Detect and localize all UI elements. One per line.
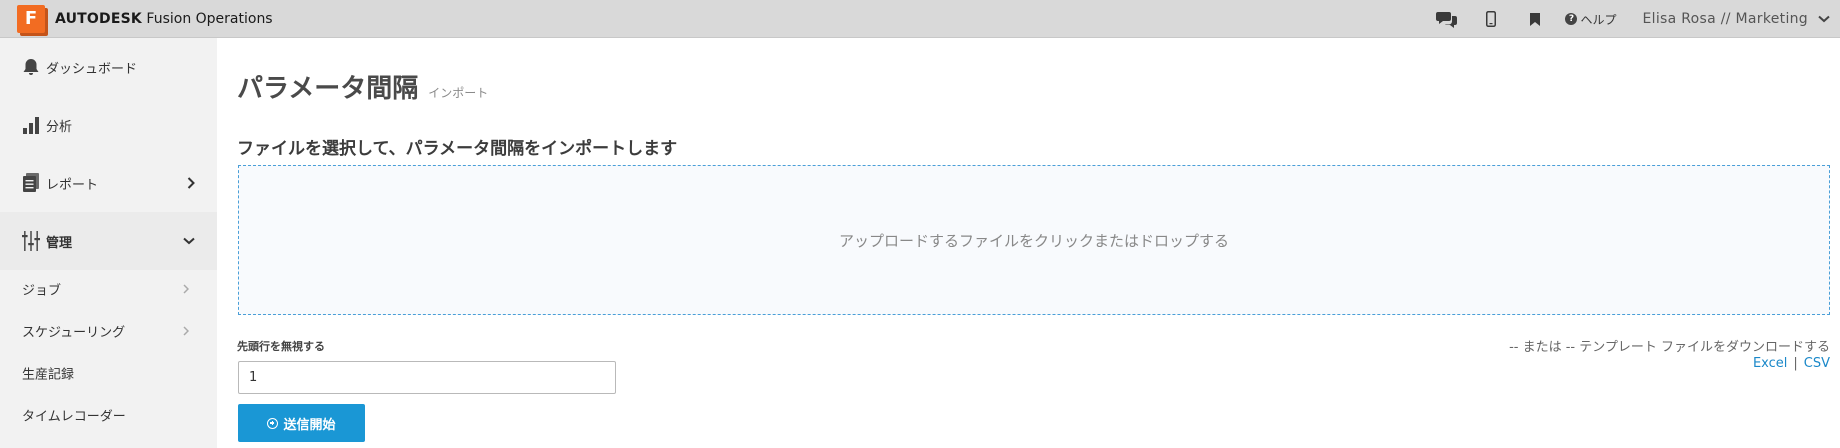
sidebar-subitem-label: ジョブ <box>22 283 62 299</box>
dropzone-text: アップロードするファイルをクリックまたはドロップする <box>838 231 1229 250</box>
page-header: パラメータ間隔 インポート <box>237 68 488 105</box>
chat-icon <box>1436 12 1458 28</box>
sidebar-item-label: 管理 <box>46 235 73 251</box>
plus-circle-icon <box>267 417 279 429</box>
help-button[interactable]: ? ヘルプ <box>1565 11 1617 28</box>
sidebar-subitem-label: スケジューリング <box>22 325 126 341</box>
user-menu[interactable]: Elisa Rosa // Marketing <box>1643 11 1831 27</box>
sidebar-item-reports[interactable]: レポート <box>0 154 217 212</box>
template-download-text: -- または -- テンプレート ファイルをダウンロードする <box>1509 340 1830 355</box>
chevron-down-icon <box>1818 15 1830 23</box>
document-stack-icon <box>23 173 39 192</box>
page-title: パラメータ間隔 <box>237 74 419 104</box>
submit-label: 送信開始 <box>283 417 336 433</box>
chevron-right-icon <box>183 284 189 294</box>
file-dropzone[interactable]: アップロードするファイルをクリックまたはドロップする <box>238 165 1830 315</box>
csv-link[interactable]: CSV <box>1804 356 1830 371</box>
sidebar-item-admin[interactable]: 管理 <box>0 212 217 270</box>
submit-button[interactable]: 送信開始 <box>238 404 365 442</box>
chevron-down-icon <box>183 237 195 245</box>
template-links: Excel | CSV <box>1753 356 1830 371</box>
help-label: ヘルプ <box>1580 12 1617 27</box>
skip-rows-label: 先頭行を無視する <box>237 340 325 353</box>
sidebar-item-label: レポート <box>46 177 99 193</box>
chevron-right-icon <box>187 177 195 189</box>
fusion-logo-icon: F <box>17 5 45 33</box>
section-label: ファイルを選択して、パラメータ間隔をインポートします <box>237 139 678 159</box>
sidebar-subitem-production-records[interactable]: 生産記録 <box>0 352 217 394</box>
sidebar: ダッシュボード 分析 レポート 管理 ジョブ スケジューリング 生産記録 タイム… <box>0 38 217 448</box>
brand-bold: AUTODESK <box>55 11 142 27</box>
main-content: パラメータ間隔 インポート ファイルを選択して、パラメータ間隔をインポートします… <box>217 38 1840 448</box>
sidebar-item-analysis[interactable]: 分析 <box>0 96 217 154</box>
sidebar-subitem-label: 生産記録 <box>22 367 75 383</box>
mobile-button[interactable] <box>1469 0 1513 38</box>
user-label: Elisa Rosa // Marketing <box>1642 11 1808 27</box>
excel-link[interactable]: Excel <box>1753 356 1787 371</box>
link-separator: | <box>1793 356 1798 371</box>
help-icon: ? <box>1565 13 1578 25</box>
bookmark-button[interactable] <box>1513 0 1557 38</box>
sidebar-item-label: ダッシュボード <box>46 61 138 77</box>
sidebar-subitem-scheduling[interactable]: スケジューリング <box>0 310 217 352</box>
sidebar-subitem-label: タイムレコーダー <box>22 409 126 425</box>
chevron-right-icon <box>183 326 189 336</box>
bar-chart-icon <box>23 117 39 134</box>
sidebar-item-label: 分析 <box>46 119 73 135</box>
brand-title: AUTODESK Fusion Operations <box>55 11 273 27</box>
sidebar-item-dashboard[interactable]: ダッシュボード <box>0 38 217 96</box>
top-bar: F AUTODESK Fusion Operations ? ヘルプ Elisa… <box>0 0 1840 38</box>
chat-button[interactable] <box>1425 0 1469 38</box>
bookmark-icon <box>1530 12 1541 26</box>
header-actions: ? ヘルプ Elisa Rosa // Marketing <box>1425 0 1840 38</box>
bell-icon <box>23 59 39 75</box>
mobile-icon <box>1486 11 1497 27</box>
sliders-icon <box>22 231 40 251</box>
brand-product: Fusion Operations <box>146 11 273 27</box>
page-subtitle: インポート <box>428 86 489 100</box>
brand[interactable]: F AUTODESK Fusion Operations <box>17 5 273 33</box>
skip-rows-input[interactable] <box>238 361 616 394</box>
sidebar-subitem-time-recorder[interactable]: タイムレコーダー <box>0 394 217 436</box>
sidebar-subitem-jobs[interactable]: ジョブ <box>0 268 217 310</box>
